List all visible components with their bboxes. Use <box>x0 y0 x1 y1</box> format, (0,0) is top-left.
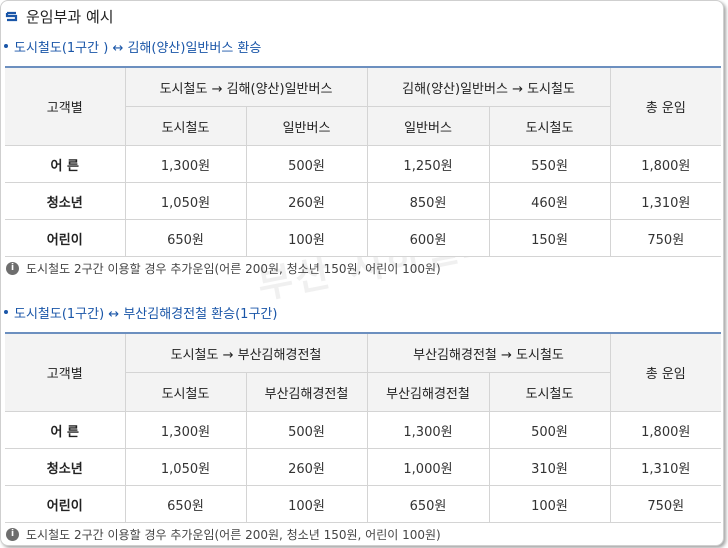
fare-note-text: 도시철도 2구간 이용할 경우 추가운임(어른 200원, 청소년 150원, … <box>26 527 441 542</box>
section-heading-lightrail: 도시철도(1구간) ↔ 부산김해경전철 환승(1구간) <box>4 301 277 323</box>
cell-b1: 600원 <box>366 219 490 257</box>
cell-b2: 500원 <box>488 411 611 449</box>
row-label: 청소년 <box>5 182 126 220</box>
header-group-b: 부산김해경전철 → 도시철도 <box>366 332 611 373</box>
table-row: 어린이 650원 100원 650원 100원 750원 <box>5 485 721 523</box>
header-b2: 도시철도 <box>488 106 611 146</box>
cell-a1: 1,300원 <box>124 411 247 449</box>
table-row: 어 른 1,300원 500원 1,250원 550원 1,800원 <box>5 145 722 183</box>
cell-b1: 650원 <box>366 485 490 523</box>
cell-b1: 850원 <box>366 182 490 220</box>
bullet-icon <box>4 44 8 48</box>
cell-a2: 500원 <box>245 411 368 449</box>
table-row: 어린이 650원 100원 600원 150원 750원 <box>5 219 722 257</box>
table-row: 어 른 1,300원 500원 1,300원 500원 1,800원 <box>5 411 721 449</box>
fare-note-text: 도시철도 2구간 이용할 경우 추가운임(어른 200원, 청소년 150원, … <box>26 261 441 276</box>
header-total: 총 운임 <box>609 332 721 412</box>
cell-b2: 100원 <box>488 485 611 523</box>
cell-a2: 100원 <box>245 485 368 523</box>
cell-b1: 1,000원 <box>366 448 490 486</box>
cell-a2: 260원 <box>245 448 368 486</box>
header-b2: 도시철도 <box>488 372 610 412</box>
header-group-b: 김해(양산)일반버스 → 도시철도 <box>366 66 611 107</box>
header-a2: 일반버스 <box>245 106 368 146</box>
table-row: 청소년 1,050원 260원 1,000원 310원 1,310원 <box>5 448 721 486</box>
cell-b2: 150원 <box>488 219 611 257</box>
cell-a2: 260원 <box>245 182 368 220</box>
header-category: 고객별 <box>5 66 126 146</box>
fare-note: i 도시철도 2구간 이용할 경우 추가운임(어른 200원, 청소년 150원… <box>6 258 441 278</box>
row-label: 어린이 <box>5 219 126 257</box>
info-icon: i <box>6 527 19 541</box>
cell-a1: 650원 <box>124 485 247 523</box>
fare-note: i 도시철도 2구간 이용할 경우 추가운임(어른 200원, 청소년 150원… <box>6 524 441 544</box>
header-group-a: 도시철도 → 부산김해경전철 <box>124 332 368 373</box>
cell-a1: 650원 <box>124 219 247 257</box>
cell-b2: 310원 <box>488 448 611 486</box>
row-label: 어 른 <box>5 145 126 183</box>
row-label: 어린이 <box>5 485 126 523</box>
section-heading-text: 도시철도(1구간 ) ↔ 김해(양산)일반버스 환승 <box>14 40 262 56</box>
cell-total: 1,310원 <box>609 182 722 220</box>
header-b1: 부산김해경전철 <box>366 372 490 412</box>
cell-total: 1,800원 <box>609 411 721 449</box>
header-category: 고객별 <box>5 332 126 412</box>
info-icon: i <box>6 261 19 275</box>
header-a1: 도시철도 <box>125 372 247 412</box>
subway-logo-icon <box>4 9 18 23</box>
cell-b2: 460원 <box>488 182 611 220</box>
cell-total: 750원 <box>609 485 721 523</box>
cell-a2: 100원 <box>245 219 368 257</box>
page-title-text: 운임부과 예시 <box>26 7 114 26</box>
header-group-a: 도시철도 → 김해(양산)일반버스 <box>124 66 368 107</box>
header-a2: 부산김해경전철 <box>245 372 368 412</box>
header-a1: 도시철도 <box>125 106 247 146</box>
bullet-icon <box>4 310 8 314</box>
cell-total: 1,800원 <box>609 145 722 183</box>
table-row: 청소년 1,050원 260원 850원 460원 1,310원 <box>5 182 722 220</box>
page-title: 운임부과 예시 <box>4 5 114 27</box>
cell-total: 750원 <box>609 219 722 257</box>
fare-table-lightrail: 고객별 도시철도 → 부산김해경전철 부산김해경전철 → 도시철도 총 운임 도… <box>5 332 721 523</box>
header-b1: 일반버스 <box>366 106 490 146</box>
cell-total: 1,310원 <box>609 448 721 486</box>
cell-a2: 500원 <box>245 145 368 183</box>
cell-a1: 1,050원 <box>124 182 247 220</box>
cell-b1: 1,250원 <box>366 145 490 183</box>
fare-table-bus: 고객별 도시철도 → 김해(양산)일반버스 김해(양산)일반버스 → 도시철도 … <box>5 66 722 257</box>
header-total: 총 운임 <box>609 66 722 146</box>
section-heading-text: 도시철도(1구간) ↔ 부산김해경전철 환승(1구간) <box>14 306 278 322</box>
row-label: 어 른 <box>5 411 126 449</box>
cell-a1: 1,050원 <box>124 448 247 486</box>
cell-b1: 1,300원 <box>366 411 490 449</box>
section-heading-bus: 도시철도(1구간 ) ↔ 김해(양산)일반버스 환승 <box>4 35 261 57</box>
cell-b2: 550원 <box>488 145 611 183</box>
row-label: 청소년 <box>5 448 126 486</box>
cell-a1: 1,300원 <box>124 145 247 183</box>
